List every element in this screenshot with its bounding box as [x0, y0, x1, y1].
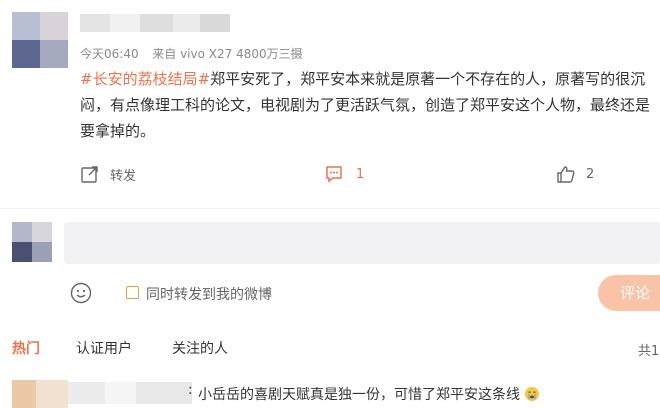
sync-repost-checkbox[interactable]: [126, 286, 139, 299]
post-source: 来自 vivo X27 4800万三摄: [152, 47, 303, 61]
hashtag-link[interactable]: #长安的荔枝结局#: [80, 70, 210, 88]
reply-username-blurred[interactable]: [68, 382, 192, 404]
like-button[interactable]: 2: [556, 164, 594, 184]
repost-button[interactable]: 转发: [80, 164, 136, 184]
tab-following[interactable]: 关注的人: [172, 338, 228, 358]
repost-icon: [81, 166, 98, 183]
tab-hot[interactable]: 热门: [12, 338, 40, 358]
submit-comment-button[interactable]: 评论: [598, 275, 660, 311]
comment-icon: [326, 166, 342, 183]
like-count: 2: [586, 166, 595, 182]
comment-button[interactable]: 1: [324, 164, 364, 184]
emoji-icon[interactable]: [70, 282, 92, 304]
post-content: #长安的荔枝结局#郑平安死了，郑平安本来就是原著一个不存在的人，原著写的很沉闷，…: [80, 66, 660, 144]
reply-avatar[interactable]: [12, 380, 68, 408]
current-user-avatar: [12, 222, 52, 262]
divider: [0, 208, 660, 209]
author-avatar[interactable]: [12, 12, 68, 68]
comment-input[interactable]: [64, 222, 660, 264]
sync-repost-label: 同时转发到我的微博: [146, 287, 272, 303]
comment-count: 1: [356, 166, 365, 182]
reply-text: 小岳岳的喜剧天赋真是独一份，可惜了郑平安这条线: [198, 384, 540, 404]
author-name-blurred[interactable]: [80, 14, 230, 32]
crying-emoji-icon: [525, 387, 540, 401]
repost-label: 转发: [110, 168, 137, 184]
comment-total: 共1条: [638, 344, 660, 359]
post-time: 今天06:40: [80, 47, 139, 61]
reply-colon: :: [188, 382, 193, 398]
tab-verified-users[interactable]: 认证用户: [76, 338, 132, 358]
thumbs-up-icon: [557, 166, 575, 183]
reply-content: 小岳岳的喜剧天赋真是独一份，可惜了郑平安这条线: [198, 387, 520, 403]
post-meta: 今天06:40 来自 vivo X27 4800万三摄: [80, 45, 303, 62]
